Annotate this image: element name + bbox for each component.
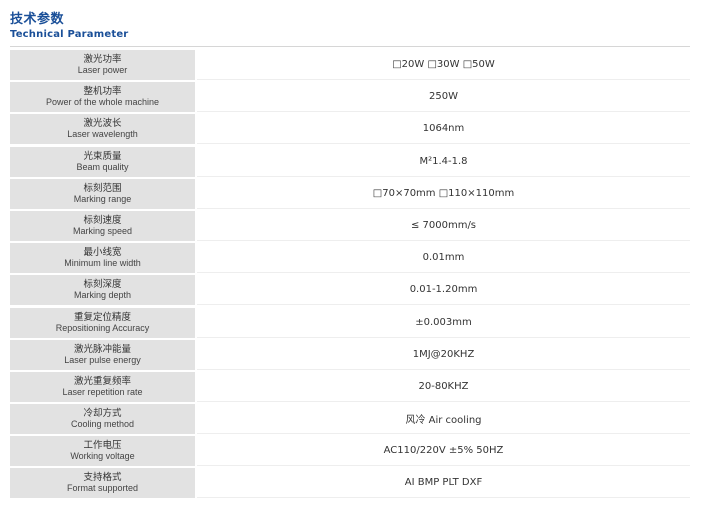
section-header: 技术参数 Technical Parameter bbox=[10, 12, 128, 41]
row-label-cell: 标刻速度 Marking speed bbox=[10, 210, 195, 241]
row-label-cell: 光束质量 Beam quality bbox=[10, 146, 195, 177]
table-row: 整机功率 Power of the whole machine 250W bbox=[10, 82, 690, 113]
row-label-cell: 激光波长 Laser wavelength bbox=[10, 114, 195, 145]
row-label-zh: 激光波长 bbox=[83, 118, 122, 130]
table-row: 激光脉冲能量 Laser pulse energy 1MJ@20KHZ bbox=[10, 339, 690, 370]
table-row: 重复定位精度 Repositioning Accuracy ±0.003mm bbox=[10, 307, 690, 338]
row-label-en: Working voltage bbox=[70, 451, 135, 462]
row-value: □20W □30W □50W bbox=[197, 50, 690, 80]
table-row: 标刻深度 Marking depth 0.01-1.20mm bbox=[10, 275, 690, 306]
row-label-en: Format supported bbox=[66, 483, 139, 494]
row-label-en: Repositioning Accuracy bbox=[55, 322, 150, 333]
row-label-cell: 重复定位精度 Repositioning Accuracy bbox=[10, 307, 195, 338]
row-label-en: Marking depth bbox=[73, 290, 132, 301]
row-value: 20-80KHZ bbox=[197, 371, 690, 402]
row-label-zh: 支持格式 bbox=[83, 472, 122, 484]
row-label-cell: 最小线宽 Minimum line width bbox=[10, 243, 195, 274]
row-label-cell: 冷却方式 Cooling method bbox=[10, 404, 195, 435]
row-value: 1MJ@20KHZ bbox=[197, 339, 690, 370]
row-label-zh: 激光脉冲能量 bbox=[73, 343, 131, 355]
header-divider bbox=[10, 46, 690, 47]
row-label-zh: 标刻速度 bbox=[83, 214, 122, 226]
row-label-en: Laser pulse energy bbox=[64, 354, 141, 365]
table-row: 冷却方式 Cooling method 风冷 Air cooling bbox=[10, 404, 690, 435]
row-label-en: Cooling method bbox=[70, 419, 135, 430]
table-row: 工作电压 Working voltage AC110/220V ±5% 50HZ bbox=[10, 436, 690, 467]
table-row: 激光功率 Laser power □20W □30W □50W bbox=[10, 50, 690, 80]
row-label-en: Marking speed bbox=[72, 225, 133, 236]
row-value: ≤ 7000mm/s bbox=[197, 210, 690, 241]
row-label-cell: 标刻深度 Marking depth bbox=[10, 275, 195, 306]
row-label-en: Power of the whole machine bbox=[45, 97, 160, 108]
page-subtitle: Technical Parameter bbox=[10, 29, 129, 40]
row-label-cell: 支持格式 Format supported bbox=[10, 468, 195, 499]
row-value: AC110/220V ±5% 50HZ bbox=[197, 436, 690, 467]
row-label-en: Laser wavelength bbox=[67, 129, 138, 140]
row-label-zh: 标刻范围 bbox=[83, 182, 122, 194]
row-label-zh: 激光重复频率 bbox=[73, 375, 131, 387]
row-value: M²1.4-1.8 bbox=[197, 146, 690, 177]
row-value: 0.01-1.20mm bbox=[197, 275, 690, 306]
row-label-zh: 标刻深度 bbox=[83, 279, 122, 291]
row-label-zh: 激光功率 bbox=[83, 54, 122, 65]
row-label-zh: 光束质量 bbox=[83, 150, 122, 162]
row-value: 250W bbox=[197, 82, 690, 113]
row-label-en: Laser repetition rate bbox=[62, 386, 143, 397]
row-value: 0.01mm bbox=[197, 243, 690, 274]
row-label-zh: 重复定位精度 bbox=[73, 311, 131, 323]
row-label-en: Laser power bbox=[77, 65, 128, 75]
row-label-cell: 激光脉冲能量 Laser pulse energy bbox=[10, 339, 195, 370]
row-label-zh: 冷却方式 bbox=[83, 408, 122, 420]
row-value: □70×70mm □110×110mm bbox=[197, 178, 690, 209]
row-value: 风冷 Air cooling bbox=[197, 404, 690, 435]
row-label-zh: 整机功率 bbox=[83, 86, 122, 98]
row-label-en: Minimum line width bbox=[64, 258, 141, 269]
row-label-cell: 激光功率 Laser power bbox=[10, 50, 195, 80]
table-row: 激光波长 Laser wavelength 1064nm bbox=[10, 114, 690, 145]
row-label-cell: 激光重复频率 Laser repetition rate bbox=[10, 371, 195, 402]
row-value: AI BMP PLT DXF bbox=[197, 468, 690, 499]
row-label-en: Beam quality bbox=[76, 161, 129, 172]
page-title: 技术参数 bbox=[10, 12, 65, 27]
table-row: 最小线宽 Minimum line width 0.01mm bbox=[10, 243, 690, 274]
table-row: 标刻速度 Marking speed ≤ 7000mm/s bbox=[10, 210, 690, 241]
row-label-en: Marking range bbox=[73, 193, 132, 204]
row-value: 1064nm bbox=[197, 114, 690, 145]
table-row: 标刻范围 Marking range □70×70mm □110×110mm bbox=[10, 178, 690, 209]
row-label-cell: 整机功率 Power of the whole machine bbox=[10, 82, 195, 113]
row-label-cell: 标刻范围 Marking range bbox=[10, 178, 195, 209]
table-row: 支持格式 Format supported AI BMP PLT DXF bbox=[10, 468, 690, 499]
spec-table: 激光功率 Laser power □20W □30W □50W 整机功率 Pow… bbox=[10, 50, 690, 501]
row-label-zh: 最小线宽 bbox=[83, 247, 122, 259]
row-label-cell: 工作电压 Working voltage bbox=[10, 436, 195, 467]
table-row: 光束质量 Beam quality M²1.4-1.8 bbox=[10, 146, 690, 177]
table-row: 激光重复频率 Laser repetition rate 20-80KHZ bbox=[10, 371, 690, 402]
row-value: ±0.003mm bbox=[197, 307, 690, 338]
row-label-zh: 工作电压 bbox=[83, 440, 122, 452]
